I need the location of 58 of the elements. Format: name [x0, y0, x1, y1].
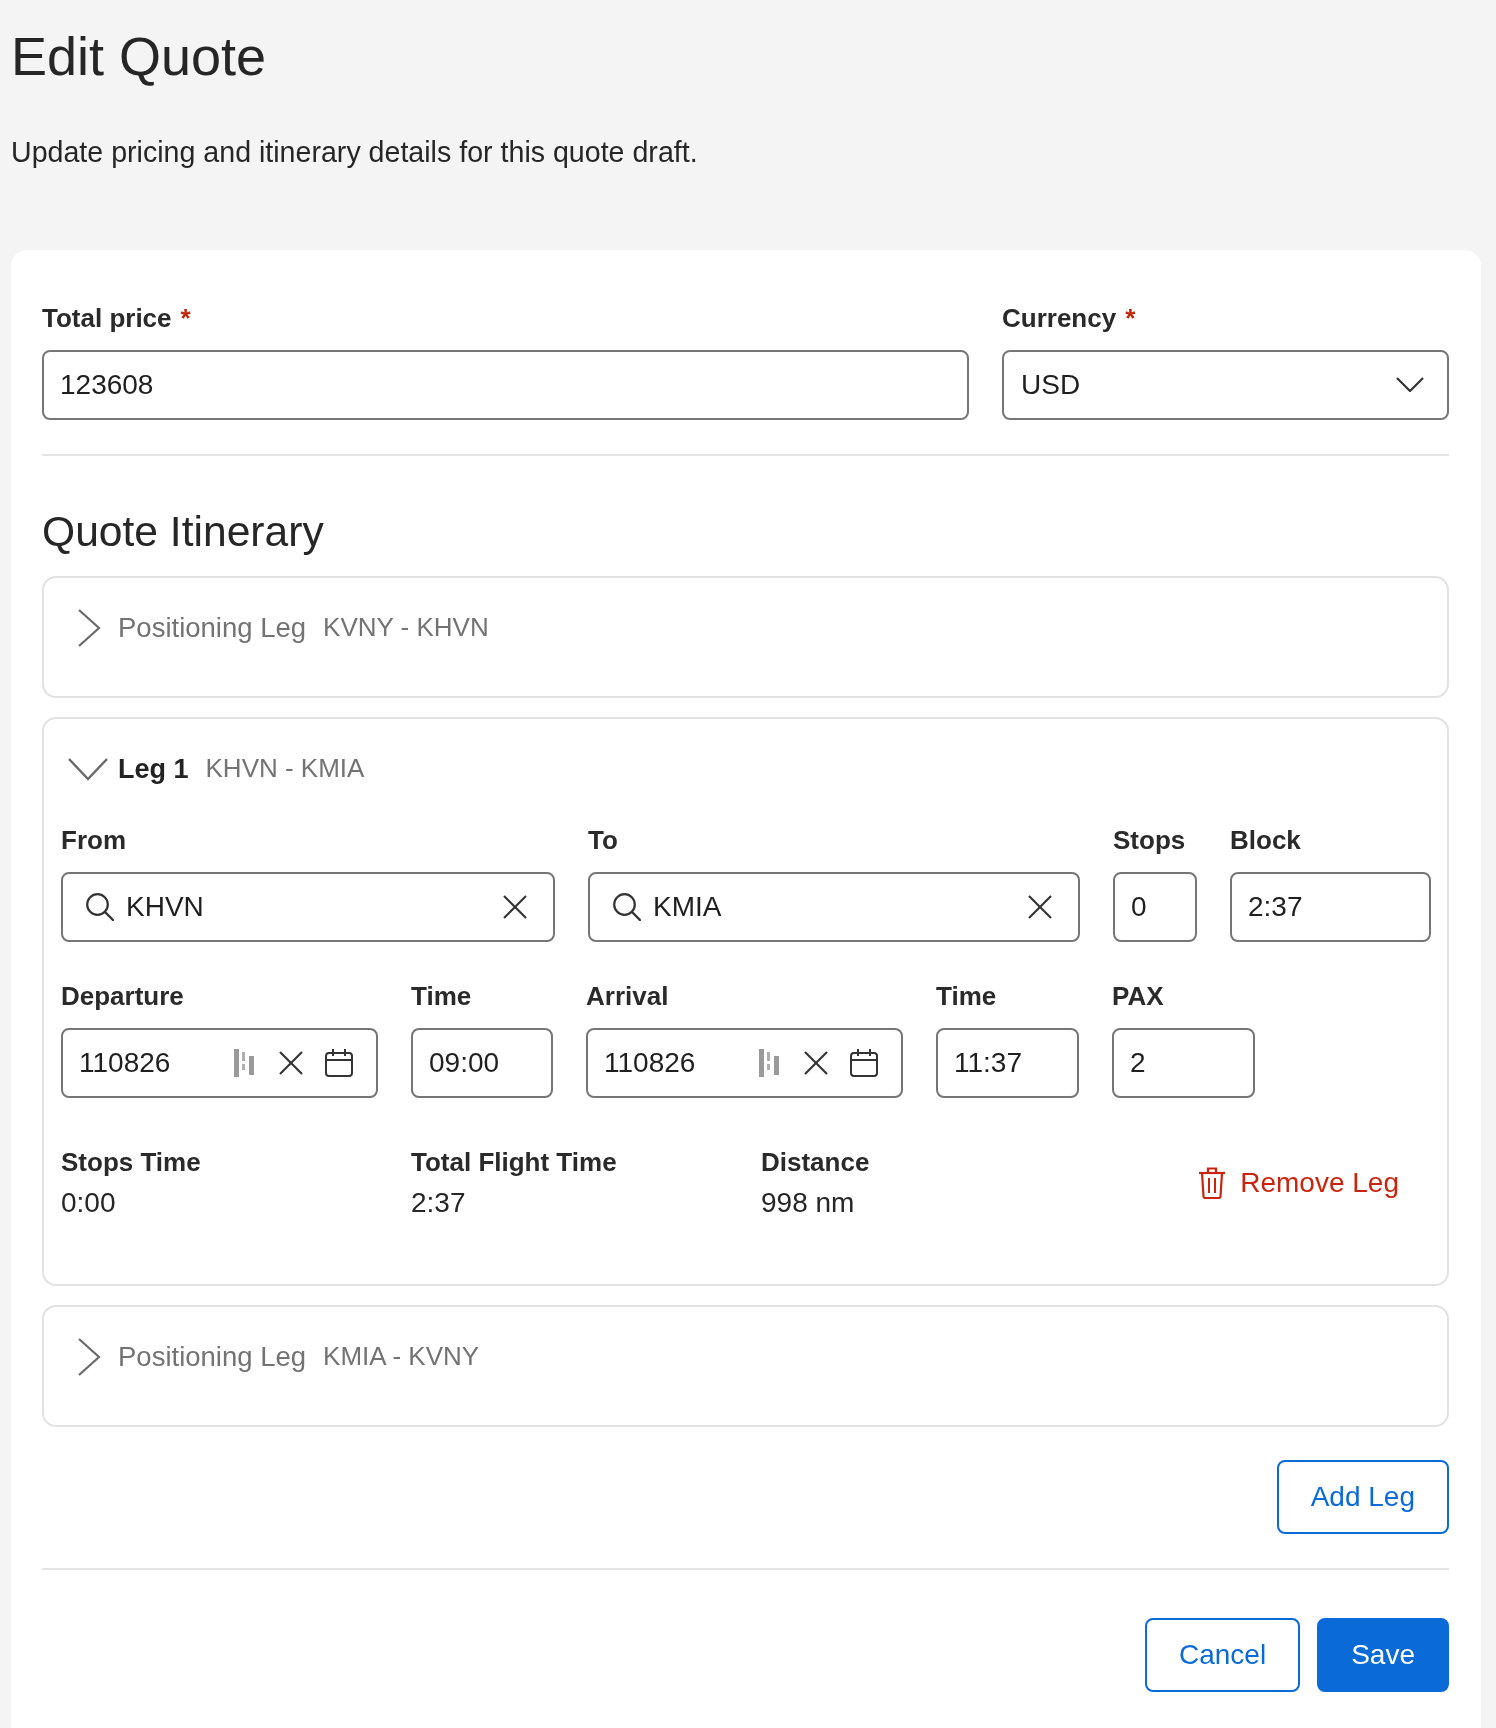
trash-icon [1198, 1166, 1227, 1199]
text-field[interactable]: 2:37 [1230, 871, 1431, 942]
field-label: Block [1230, 824, 1301, 855]
text-field[interactable]: 09:00 [411, 1027, 553, 1098]
summary-value: 2:37 [411, 1186, 467, 1219]
search-field[interactable]: KMIA [588, 871, 1080, 942]
field-label: Total price [42, 302, 172, 333]
chevron-down-icon [1396, 377, 1424, 393]
clear-icon[interactable] [279, 1050, 303, 1075]
leg-title: Leg 1 [118, 752, 189, 785]
clear-icon[interactable] [804, 1050, 828, 1075]
bars-icon [234, 1048, 256, 1077]
clear-icon[interactable] [1028, 894, 1052, 919]
field-label: Currency [1002, 302, 1117, 333]
bars-icon [759, 1048, 781, 1077]
remove-leg-button[interactable]: Remove Leg [1190, 1162, 1407, 1204]
field-label: From [61, 824, 126, 855]
page-subtitle: Update pricing and itinerary details for this quote draft. [11, 134, 699, 170]
page-title: Edit Quote [11, 25, 268, 88]
date-field[interactable]: 110826 [586, 1027, 903, 1098]
required-mark: * [180, 302, 191, 333]
field-label: Departure [61, 980, 184, 1011]
cancel-button[interactable]: Cancel [1145, 1617, 1301, 1692]
field-label: Stops [1113, 824, 1186, 855]
summary-value: 0:00 [61, 1186, 117, 1219]
field-label: To [588, 824, 618, 855]
leg-title: Positioning Leg [118, 1340, 307, 1374]
save-button[interactable]: Save [1317, 1617, 1449, 1692]
clear-icon[interactable] [503, 894, 527, 919]
select-field[interactable]: USD [1002, 349, 1449, 420]
field-label: Time [411, 980, 472, 1011]
text-field[interactable]: 123608 [42, 349, 969, 420]
required-mark: * [1125, 302, 1136, 333]
leg-route: KHVN - KMIA [205, 753, 365, 785]
summary-value: 998 nm [761, 1186, 856, 1219]
summary-label: Distance [761, 1146, 871, 1177]
text-field[interactable]: 2 [1112, 1027, 1255, 1098]
date-field[interactable]: 110826 [61, 1027, 378, 1098]
text-field[interactable]: 0 [1113, 871, 1197, 942]
field-label: Arrival [586, 980, 669, 1011]
leg-route: KVNY - KHVN [323, 612, 489, 644]
chevron-right-icon[interactable] [77, 1337, 101, 1376]
search-icon [86, 892, 114, 921]
leg-route: KMIA - KVNY [323, 1341, 480, 1373]
summary-label: Total Flight Time [411, 1146, 618, 1177]
search-field[interactable]: KHVN [61, 871, 555, 942]
leg-title: Positioning Leg [118, 611, 307, 645]
field-label: PAX [1112, 980, 1164, 1011]
summary-label: Stops Time [61, 1146, 202, 1177]
chevron-down-icon[interactable] [68, 756, 108, 781]
search-icon [613, 892, 641, 921]
calendar-icon[interactable] [325, 1048, 353, 1077]
section-title: Quote Itinerary [42, 505, 325, 556]
chevron-right-icon[interactable] [77, 608, 101, 647]
text-field[interactable]: 11:37 [936, 1027, 1079, 1098]
add-leg-button[interactable]: Add Leg [1276, 1459, 1449, 1534]
calendar-icon[interactable] [850, 1048, 878, 1077]
field-label: Time [936, 980, 997, 1011]
